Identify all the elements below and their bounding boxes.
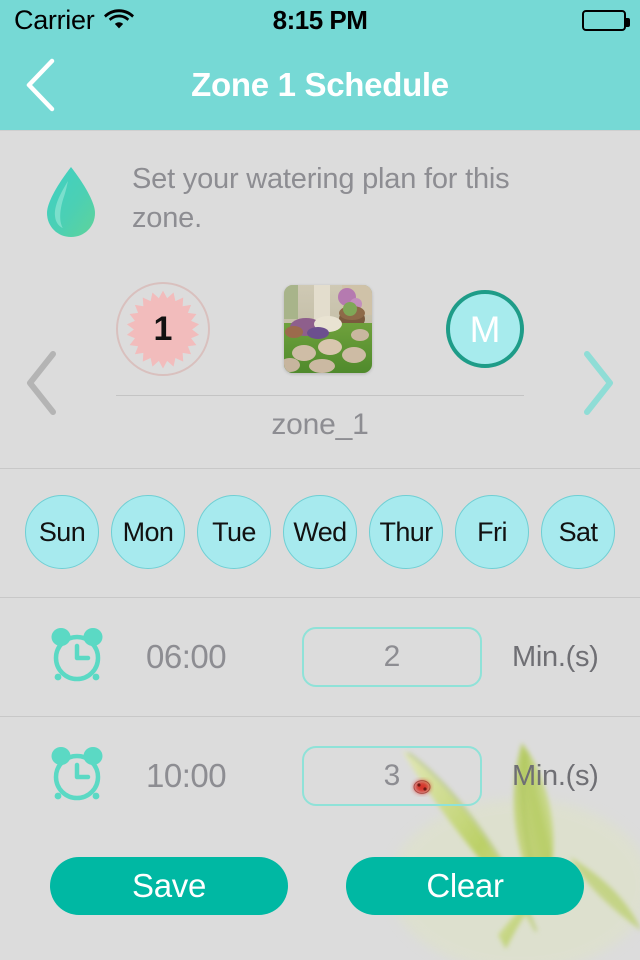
zone-thumbnail[interactable] xyxy=(284,285,372,373)
battery-icon xyxy=(582,9,630,31)
mode-letter: M xyxy=(469,308,501,350)
duration-unit-2: Min.(s) xyxy=(512,759,599,792)
day-button-fri[interactable]: Fri xyxy=(455,495,529,569)
duration-input-1[interactable]: 2 xyxy=(302,627,482,687)
mode-indicator[interactable]: M xyxy=(446,290,524,368)
app-screen: Carrier 8:15 PM Zone 1 Schedule Set your… xyxy=(0,0,640,960)
chevron-left-icon xyxy=(27,351,56,415)
status-bar: Carrier 8:15 PM xyxy=(0,0,640,40)
zone-carousel: 1 M zone_1 xyxy=(0,271,640,468)
page-title: Zone 1 Schedule xyxy=(191,66,449,103)
wifi-icon xyxy=(104,7,135,34)
chevron-right-icon xyxy=(584,351,613,415)
alarm-clock-icon xyxy=(44,622,110,693)
footer-actions: Save Clear xyxy=(0,835,640,915)
day-button-wed[interactable]: Wed xyxy=(283,495,357,569)
schedule-row-2: 10:00 3 Min.(s) xyxy=(0,717,640,835)
day-selector: Sun Mon Tue Wed Thur Fri Sat xyxy=(0,469,640,597)
chevron-left-icon xyxy=(26,58,55,112)
schedule-row-1: 06:00 2 Min.(s) xyxy=(0,598,640,716)
back-button[interactable] xyxy=(12,56,70,114)
alarm-clock-icon xyxy=(44,741,110,812)
zone-number-badge[interactable]: 1 xyxy=(116,282,210,376)
zone-number-label: 1 xyxy=(153,310,173,348)
carousel-prev-button[interactable] xyxy=(12,343,72,423)
carousel-items: 1 M xyxy=(116,277,524,381)
day-button-sun[interactable]: Sun xyxy=(25,495,99,569)
day-button-mon[interactable]: Mon xyxy=(111,495,185,569)
day-button-tue[interactable]: Tue xyxy=(197,495,271,569)
day-button-thur[interactable]: Thur xyxy=(369,495,443,569)
duration-input-2[interactable]: 3 xyxy=(302,746,482,806)
status-bar-left: Carrier xyxy=(14,4,135,35)
duration-unit-1: Min.(s) xyxy=(512,640,599,673)
schedule-time-1[interactable]: 06:00 xyxy=(146,638,276,676)
carousel-inner: 1 M zone_1 xyxy=(116,277,524,442)
hint-row: Set your watering plan for this zone. xyxy=(0,130,640,271)
schedule-time-2[interactable]: 10:00 xyxy=(146,757,276,795)
content-area: Set your watering plan for this zone. 1 … xyxy=(0,130,640,915)
zone-name-label: zone_1 xyxy=(271,408,369,441)
water-droplet-icon xyxy=(40,160,102,247)
carousel-next-button[interactable] xyxy=(568,343,628,423)
hint-text: Set your watering plan for this zone. xyxy=(132,163,510,234)
status-bar-right xyxy=(582,9,630,31)
carrier-label: Carrier xyxy=(14,4,95,35)
day-button-sat[interactable]: Sat xyxy=(541,495,615,569)
save-button[interactable]: Save xyxy=(50,857,288,915)
garden-photo-thumbnail xyxy=(284,285,372,373)
clear-button[interactable]: Clear xyxy=(346,857,584,915)
navigation-bar: Zone 1 Schedule xyxy=(0,40,640,130)
